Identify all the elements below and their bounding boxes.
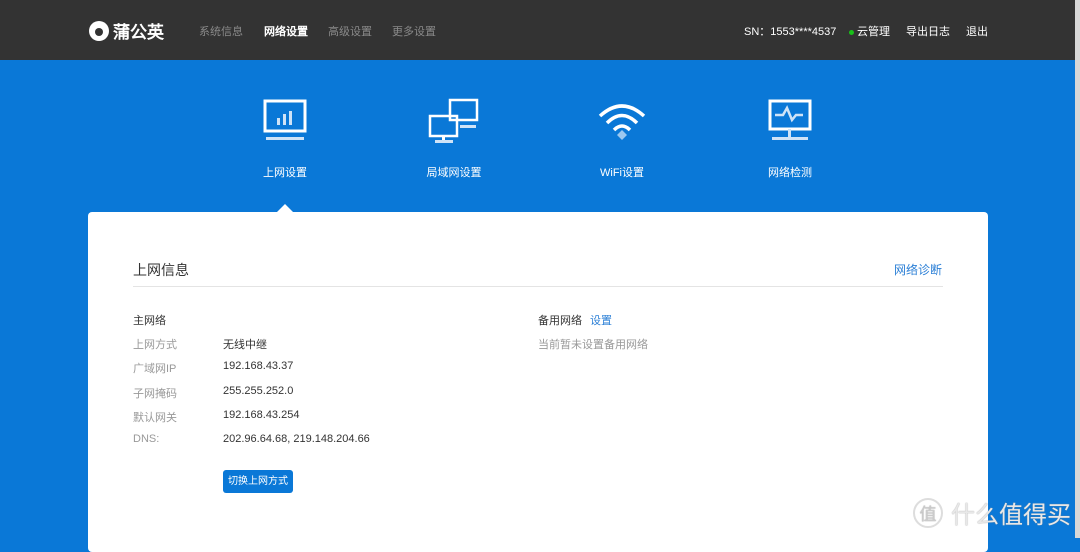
logout-link[interactable]: 退出 (966, 23, 988, 39)
backup-status: 当前暂未设置备用网络 (538, 339, 648, 351)
top-header: 蒲公英 系统信息 网络设置 高级设置 更多设置 SN：1553****4537 … (0, 0, 1080, 60)
network-diagnose-link[interactable]: 网络诊断 (894, 261, 942, 278)
tab-label: 网络检测 (768, 167, 812, 179)
backup-settings-link[interactable]: 设置 (590, 312, 612, 328)
switch-connection-button[interactable]: 切换上网方式 (223, 470, 293, 493)
serial-number: SN：1553****4537 (744, 26, 837, 38)
tab-network-check[interactable]: 网络检测 (730, 98, 850, 180)
tab-wifi-settings[interactable]: WiFi设置 (562, 98, 682, 180)
active-tab-pointer (277, 204, 293, 212)
nav-advanced-settings[interactable]: 高级设置 (328, 23, 372, 39)
cloud-manage-label: 云管理 (857, 26, 890, 38)
export-log-link[interactable]: 导出日志 (906, 23, 950, 39)
brand-logo[interactable]: 蒲公英 (89, 18, 164, 43)
nav-network-settings[interactable]: 网络设置 (264, 23, 308, 39)
row-value: 255.255.252.0 (223, 385, 294, 397)
lan-icon (428, 98, 479, 143)
watermark: 值什么值得买 (913, 495, 1071, 530)
row-label: 默认网关 (133, 412, 177, 424)
nav-more-settings[interactable]: 更多设置 (392, 23, 436, 39)
main-network-heading: 主网络 (133, 315, 166, 327)
row-label: 广域网IP (133, 363, 177, 375)
backup-network-heading: 备用网络 (538, 315, 582, 327)
tab-internet-settings[interactable]: 上网设置 (225, 98, 345, 180)
row-value: 无线中继 (223, 339, 267, 351)
card-title: 上网信息 (133, 262, 189, 278)
nav-system-info[interactable]: 系统信息 (199, 23, 243, 39)
cloud-manage-link[interactable]: 云管理 (849, 23, 890, 39)
wifi-icon (598, 104, 646, 140)
tab-label: 局域网设置 (426, 167, 482, 179)
row-label: DNS: (133, 433, 160, 445)
internet-info-card (88, 212, 988, 552)
row-label: 子网掩码 (133, 388, 177, 400)
watermark-text: 什么值得买 (951, 502, 1071, 529)
row-value: 202.96.64.68, 219.148.204.66 (223, 433, 370, 445)
scrollbar[interactable] (1075, 0, 1080, 538)
tab-lan-settings[interactable]: 局域网设置 (394, 98, 514, 180)
watermark-badge: 值 (913, 497, 943, 528)
dandelion-logo-icon (89, 20, 109, 41)
monitor-pulse-icon (768, 99, 812, 140)
row-value: 192.168.43.254 (223, 409, 300, 421)
row-label: 上网方式 (133, 339, 177, 351)
online-status-icon (849, 29, 854, 35)
tab-label: 上网设置 (263, 167, 307, 179)
monitor-chart-icon (263, 99, 307, 140)
row-value: 192.168.43.37 (223, 360, 294, 372)
tab-label: WiFi设置 (600, 167, 644, 179)
brand-name: 蒲公英 (113, 23, 164, 42)
divider (133, 286, 943, 287)
